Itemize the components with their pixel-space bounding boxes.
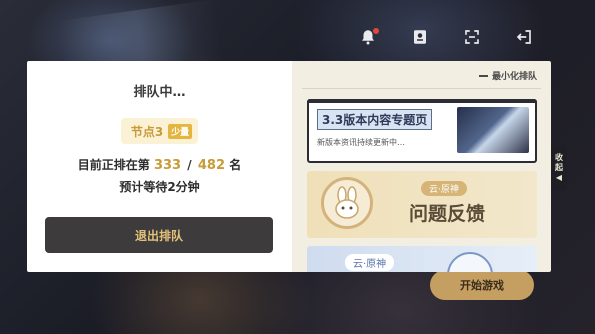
card-title: 3.3版本内容专题页 xyxy=(317,109,433,130)
profile-card-icon xyxy=(411,28,429,50)
node-badge: 节点3 少量 xyxy=(120,118,199,144)
scan-frame-icon xyxy=(463,28,481,50)
collapse-side-tab[interactable]: 收 起 ◀ xyxy=(551,146,567,190)
position-suffix: 名 xyxy=(229,158,242,172)
load-tag: 少量 xyxy=(168,123,193,139)
queue-position: 目前正排在第 333 / 482 名 xyxy=(78,156,241,173)
notification-dot xyxy=(373,28,379,34)
feedback-card[interactable]: 云·原神 问题反馈 xyxy=(307,171,537,238)
exit-icon xyxy=(515,28,533,50)
total-queue: 482 xyxy=(197,158,226,173)
scan-button[interactable] xyxy=(461,28,483,50)
card-subtitle: 新版本资讯持续更新中… xyxy=(317,138,405,147)
profile-button[interactable] xyxy=(409,28,431,50)
cloud-genshin-card[interactable]: 云·原神 xyxy=(307,246,537,272)
position-separator: / xyxy=(187,158,192,172)
promo-panel: 最小化排队 3.3版本内容专题页 新版本资讯持续更新中… 云·原神 问题反馈 云… xyxy=(292,61,551,272)
card-top-strip xyxy=(307,99,537,103)
start-game-button[interactable]: 开始游戏 xyxy=(430,270,534,300)
minimize-label: 最小化排队 xyxy=(491,72,537,82)
collapse-label-bottom: 起 xyxy=(555,163,563,172)
estimated-wait: 预计等待2分钟 xyxy=(119,180,200,194)
notification-button[interactable] xyxy=(357,28,379,50)
minimize-queue-button[interactable]: 最小化排队 xyxy=(478,69,537,82)
queue-title: 排队中… xyxy=(133,85,186,100)
character-art-image xyxy=(457,107,529,153)
divider xyxy=(302,88,541,89)
minimize-icon xyxy=(478,74,488,77)
collapse-label-top: 收 xyxy=(555,153,563,162)
queue-status-panel: 排队中… 节点3 少量 目前正排在第 333 / 482 名 预计等待2分钟 退… xyxy=(27,61,292,272)
top-toolbar xyxy=(357,28,535,50)
mascot-icon xyxy=(447,252,493,272)
brand-tag: 云·原神 xyxy=(345,254,395,271)
queue-dialog: 排队中… 节点3 少量 目前正排在第 333 / 482 名 预计等待2分钟 退… xyxy=(27,61,551,272)
brand-tag: 云·原神 xyxy=(421,181,467,196)
bunny-mascot-icon xyxy=(321,177,373,229)
current-position: 333 xyxy=(153,158,182,173)
exit-queue-button[interactable]: 退出排队 xyxy=(45,217,273,253)
card-title: 问题反馈 xyxy=(409,203,486,225)
exit-game-button[interactable] xyxy=(513,28,535,50)
position-prefix: 目前正排在第 xyxy=(77,158,150,172)
version-feature-card[interactable]: 3.3版本内容专题页 新版本资讯持续更新中… xyxy=(307,99,537,163)
collapse-arrow-icon: ◀ xyxy=(555,173,563,182)
node-label: 节点3 xyxy=(130,124,164,139)
